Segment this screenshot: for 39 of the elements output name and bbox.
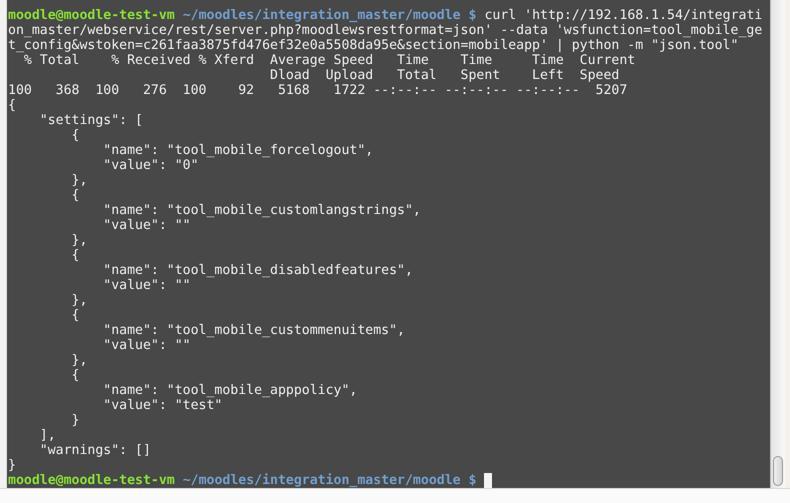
- output-line: "name": "tool_mobile_apppolicy",: [102, 383, 358, 398]
- output-line: "value": "": [102, 218, 191, 233]
- output-line: % Total % Received % Xferd Average Speed Time Time Time Current: [22, 53, 636, 68]
- output-line: {: [70, 248, 80, 263]
- output-line: "value": "": [102, 338, 191, 353]
- output-line: {: [70, 308, 80, 323]
- output-line: "value": "test": [102, 398, 222, 413]
- prompt-symbol: $: [468, 473, 476, 488]
- prompt-symbol: $: [468, 8, 476, 23]
- output-line: }: [70, 413, 80, 428]
- output-line: },: [70, 233, 88, 248]
- output-line: "name": "tool_mobile_custommenuitems",: [102, 323, 405, 338]
- output-line: },: [70, 173, 88, 188]
- output-line: t_config&wstoken=c261faa3875fd476ef32e0a5508da95e&section=mobileapp' | python -m "json.tool": [8, 38, 738, 53]
- output-line: 100 368 100 276 100 92 5168 1722 --:--:-- --:--:-- --:--:-- 5207: [8, 83, 628, 98]
- output-line: Dload Upload Total Spent Left Speed: [269, 68, 620, 83]
- output-line: },: [70, 293, 88, 308]
- prompt-path: ~/moodles/integration_master/moodle: [182, 473, 461, 488]
- output-line: {: [70, 368, 80, 383]
- output-line: ],: [38, 428, 56, 443]
- scrollbar[interactable]: [770, 0, 785, 488]
- output-line: on_master/webservice/rest/server.php?moodlewsrestformat=json' --data 'wsfunction=tool_mobile_ge: [8, 23, 762, 38]
- output-line: "name": "tool_mobile_forcelogout",: [102, 143, 374, 158]
- scrollbar-thumb[interactable]: [773, 456, 783, 486]
- prompt-path: ~/moodles/integration_master/moodle: [182, 8, 461, 23]
- output-line: "warnings": []: [38, 443, 151, 458]
- output-line: "value": "0": [102, 158, 199, 173]
- prompt-user: moodle@moodle-test-vm: [8, 473, 175, 488]
- output-line: {: [70, 128, 80, 143]
- output-line: "name": "tool_mobile_disabledfeatures",: [102, 263, 413, 278]
- output-line: {: [70, 188, 80, 203]
- prompt-user: moodle@moodle-test-vm: [8, 8, 175, 23]
- output-line: "value": "": [102, 278, 191, 293]
- command-text: curl 'http://192.168.1.54/integrati: [484, 8, 762, 23]
- output-line: "name": "tool_mobile_customlangstrings",: [102, 203, 421, 218]
- output-line: }: [8, 458, 16, 473]
- output-line: },: [70, 353, 88, 368]
- output-line: {: [8, 98, 16, 113]
- output-line: "settings": [: [38, 113, 143, 128]
